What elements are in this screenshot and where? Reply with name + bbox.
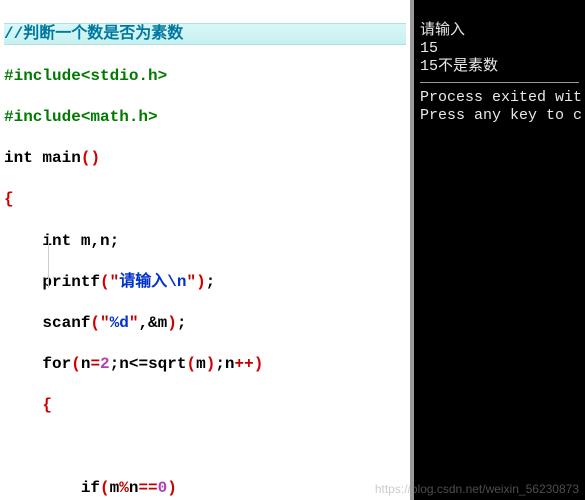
code-line: //判断一个数是否为素数 <box>4 23 406 46</box>
code-line: #include<stdio.h> <box>4 66 406 87</box>
app-container: //判断一个数是否为素数 #include<stdio.h> #include<… <box>0 0 585 500</box>
console-panel[interactable]: 请输入 15 15不是素数 Process exited wit Press a… <box>410 0 585 500</box>
code-line: for(n=2;n<=sqrt(m);n++) <box>4 354 406 375</box>
console-line: Press any key to c <box>420 107 582 124</box>
console-divider <box>420 82 579 83</box>
code-line: int m,n; <box>4 231 406 252</box>
code-area: //判断一个数是否为素数 #include<stdio.h> #include<… <box>0 0 410 500</box>
console-footer: Process exited wit Press any key to c <box>420 89 579 125</box>
code-line: int main() <box>4 148 406 169</box>
code-line: { <box>4 189 406 210</box>
console-line: 请输入 <box>420 22 465 39</box>
console-line: 15不是素数 <box>420 58 498 75</box>
code-line <box>4 436 406 457</box>
code-line: #include<math.h> <box>4 107 406 128</box>
code-line: printf("请输入\n"); <box>4 272 406 293</box>
console-output: 请输入 15 15不是素数 <box>420 22 579 76</box>
console-line: Process exited wit <box>420 89 582 106</box>
code-line: scanf("%d",&m); <box>4 313 406 334</box>
indent-guide <box>48 236 49 288</box>
comment: //判断一个数是否为素数 <box>4 25 183 43</box>
code-line: { <box>4 395 406 416</box>
watermark: https://blog.csdn.net/weixin_56230873 <box>375 482 579 496</box>
console-title <box>420 4 579 20</box>
console-line: 15 <box>420 40 438 57</box>
code-line: if(m%n==0) <box>4 478 406 499</box>
code-editor[interactable]: //判断一个数是否为素数 #include<stdio.h> #include<… <box>0 0 410 500</box>
